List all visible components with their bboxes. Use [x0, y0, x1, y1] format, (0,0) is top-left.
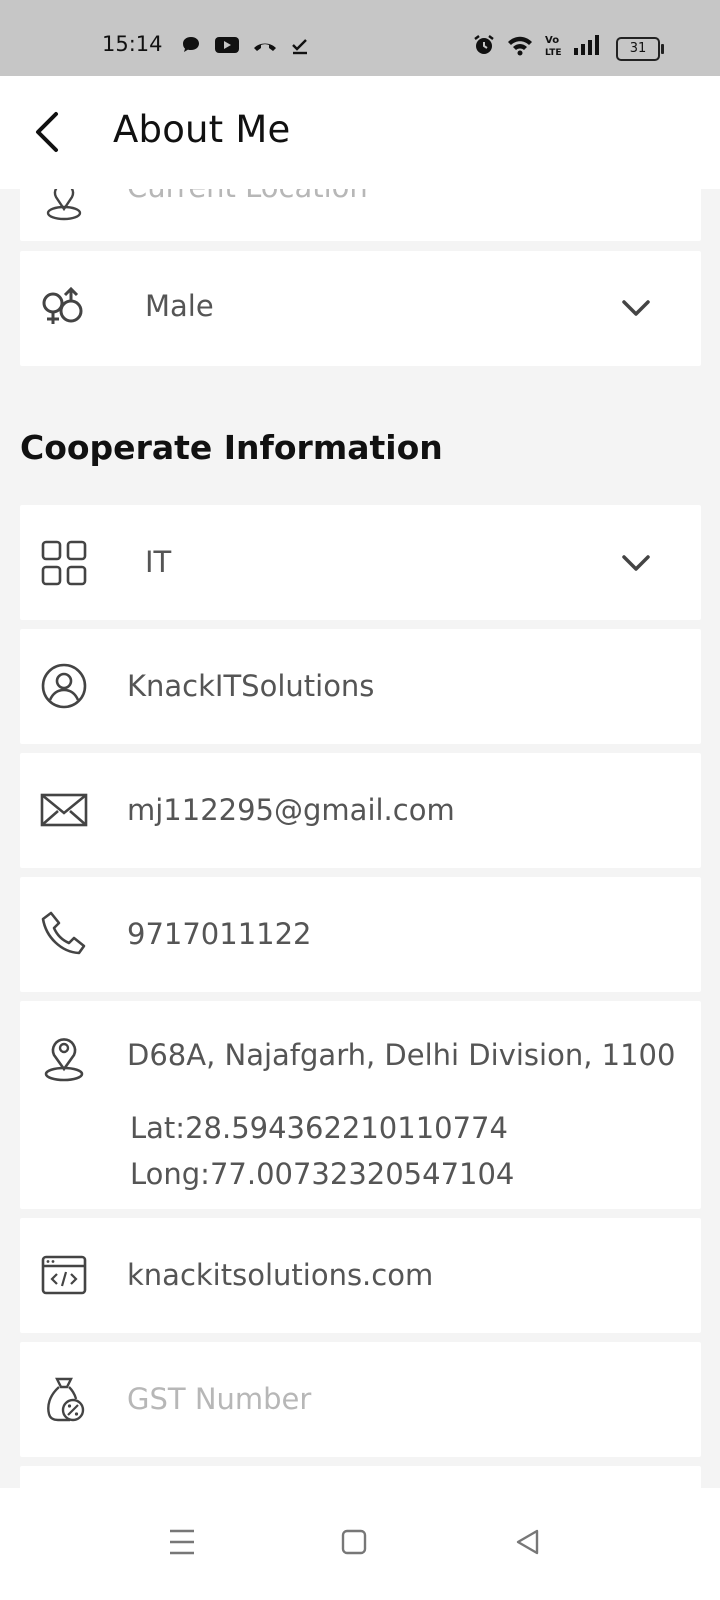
- address-field[interactable]: D68A, Najafgarh, Delhi Division, 1100 La…: [20, 1001, 701, 1209]
- volte-icon: Vo LTE: [545, 35, 562, 57]
- home-square-icon[interactable]: [334, 1522, 374, 1562]
- location-pin-icon: [44, 1038, 84, 1082]
- page-title: About Me: [113, 108, 291, 151]
- battery-indicator: 31: [616, 37, 664, 61]
- gst-number-placeholder: GST Number: [127, 1382, 312, 1416]
- back-button[interactable]: [26, 106, 74, 158]
- download-done-icon: [292, 39, 307, 55]
- menu-icon[interactable]: [162, 1522, 202, 1562]
- signal-icon: [574, 35, 599, 55]
- gender-dropdown[interactable]: Male: [20, 251, 701, 366]
- email-value: mj112295@gmail.com: [127, 793, 455, 827]
- email-field[interactable]: mj112295@gmail.com: [20, 753, 701, 868]
- svg-text:LTE: LTE: [545, 48, 562, 57]
- website-value: knackitsolutions.com: [127, 1258, 434, 1292]
- alarm-icon: [474, 35, 494, 54]
- phone-field[interactable]: 9717011122: [20, 877, 701, 992]
- browser-code-icon: [41, 1255, 87, 1295]
- svg-text:Vo: Vo: [545, 35, 559, 46]
- industry-value: IT: [145, 545, 172, 579]
- wifi-icon: [508, 36, 532, 56]
- about-me-form: Current Location Male Cooperate Informat…: [0, 0, 720, 1600]
- tax-bag-icon: [47, 1377, 85, 1422]
- chevron-down-icon: [622, 555, 650, 571]
- gender-icon: [42, 286, 83, 324]
- phone-value: 9717011122: [127, 917, 312, 951]
- gst-number-field[interactable]: GST Number: [20, 1342, 701, 1457]
- gender-value: Male: [145, 289, 214, 323]
- section-title: Cooperate Information: [20, 428, 443, 467]
- status-time: 15:14: [102, 32, 163, 56]
- industry-dropdown[interactable]: IT: [20, 505, 701, 620]
- missed-call-icon: [254, 43, 276, 51]
- chat-bubble-icon: [183, 37, 199, 52]
- address-value: D68A, Najafgarh, Delhi Division, 1100: [127, 1038, 676, 1072]
- grid-icon: [41, 540, 87, 586]
- company-name-field[interactable]: KnackITSolutions: [20, 629, 701, 744]
- back-arrow-icon: [36, 112, 58, 152]
- youtube-icon: [215, 37, 239, 53]
- chevron-down-icon: [622, 300, 650, 316]
- back-triangle-icon[interactable]: [508, 1522, 548, 1562]
- user-circle-icon: [41, 663, 87, 709]
- company-name-value: KnackITSolutions: [127, 669, 375, 703]
- latitude-text: Lat:28.594362210110774: [130, 1111, 508, 1145]
- system-navigation-bar: [0, 1488, 720, 1600]
- phone-icon: [41, 911, 86, 955]
- status-bar: 15:14 Vo LTE 31: [0, 0, 720, 76]
- longitude-text: Long:77.00732320547104: [130, 1157, 515, 1191]
- mail-icon: [40, 793, 88, 827]
- website-field[interactable]: knackitsolutions.com: [20, 1218, 701, 1333]
- app-header: About Me: [0, 76, 720, 189]
